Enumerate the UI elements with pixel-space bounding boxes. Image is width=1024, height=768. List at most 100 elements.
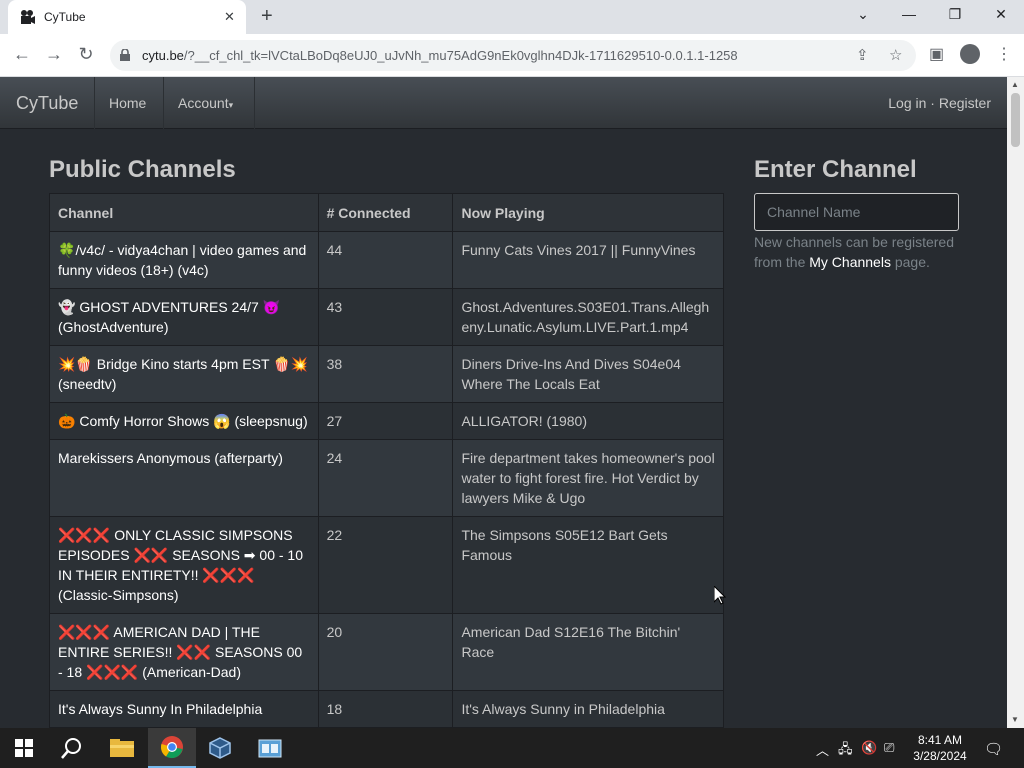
reload-icon[interactable]: ↻ bbox=[75, 44, 97, 65]
virtualbox-button[interactable] bbox=[196, 728, 244, 768]
table-row: 💥🍿 Bridge Kino starts 4pm EST 🍿💥 (sneedt… bbox=[49, 345, 724, 403]
clock-time: 8:41 AM bbox=[917, 733, 963, 747]
channel-cell: It's Always Sunny In Philadelphia bbox=[49, 690, 319, 728]
tab-title: CyTube bbox=[44, 10, 86, 24]
connected-cell: 38 bbox=[317, 345, 454, 403]
search-button[interactable] bbox=[48, 728, 96, 768]
tab-search-icon[interactable]: ⌄ bbox=[853, 6, 873, 23]
taskbar-clock[interactable]: 8:41 AM 3/28/2024 bbox=[905, 732, 975, 764]
channel-cell: 🎃 Comfy Horror Shows 😱 (sleepsnug) bbox=[49, 402, 319, 440]
now-playing-cell: Funny Cats Vines 2017 || FunnyVines bbox=[452, 231, 724, 289]
bookmark-star-icon[interactable]: ☆ bbox=[889, 46, 902, 64]
show-hidden-icons-icon[interactable]: ︿ bbox=[816, 740, 829, 759]
cytube-page: CyTube Home Account▾ Log in · Register P… bbox=[0, 77, 1007, 728]
channel-link[interactable]: ❌❌❌ AMERICAN DAD | THE ENTIRE SERIES!! ❌… bbox=[58, 624, 302, 680]
share-icon[interactable]: ⇪ bbox=[856, 46, 869, 64]
menu-kebab-icon[interactable]: ⋮ bbox=[996, 44, 1012, 64]
scroll-thumb[interactable] bbox=[1011, 93, 1020, 147]
network-icon[interactable]: 🖧 bbox=[838, 740, 853, 762]
channel-link[interactable]: 🍀/v4c/ - vidya4chan | video games and fu… bbox=[58, 242, 306, 278]
table-row: 👻 GHOST ADVENTURES 24/7 😈 (GhostAdventur… bbox=[49, 288, 724, 346]
connected-cell: 27 bbox=[317, 402, 454, 440]
close-tab-icon[interactable]: ✕ bbox=[224, 9, 235, 25]
now-playing-cell: Fire department takes homeowner's pool w… bbox=[452, 439, 724, 517]
profile-avatar-icon[interactable] bbox=[960, 44, 980, 64]
table-row: It's Always Sunny In Philadelphia 18 It'… bbox=[49, 690, 724, 728]
display-icon[interactable]: ⎚ bbox=[884, 740, 894, 756]
column-header-now-playing: Now Playing bbox=[452, 193, 724, 232]
address-toolbar: ← → ↻ cytu.be/?__cf_chl_tk=lVCtaLBoDq8eU… bbox=[0, 34, 1024, 77]
page-scrollbar[interactable]: ▲ ▼ bbox=[1007, 77, 1024, 728]
now-playing-cell: Diners Drive-Ins And Dives S04e04 Where … bbox=[452, 345, 724, 403]
connected-cell: 22 bbox=[317, 516, 454, 614]
restore-icon[interactable]: ❐ bbox=[945, 6, 965, 23]
scroll-down-icon[interactable]: ▼ bbox=[1011, 715, 1019, 724]
table-row: 🍀/v4c/ - vidya4chan | video games and fu… bbox=[49, 231, 724, 289]
browser-tab[interactable]: CyTube ✕ bbox=[8, 0, 246, 34]
volume-muted-icon[interactable]: 🔇 bbox=[861, 740, 877, 756]
channel-link[interactable]: ❌❌❌ ONLY CLASSIC SIMPSONS EPISODES ❌❌ SE… bbox=[58, 527, 303, 603]
table-header-row: Channel # Connected Now Playing bbox=[49, 193, 724, 232]
connected-cell: 43 bbox=[317, 288, 454, 346]
clock-date: 3/28/2024 bbox=[913, 749, 967, 763]
channel-link[interactable]: It's Always Sunny In Philadelphia bbox=[58, 701, 262, 717]
enter-channel-heading: Enter Channel bbox=[754, 156, 917, 183]
channel-name-input[interactable] bbox=[754, 193, 959, 231]
browser-tab-strip: CyTube ✕ + ⌄ — ❐ ✕ bbox=[0, 0, 1024, 34]
channel-cell: Marekissers Anonymous (afterparty) bbox=[49, 439, 319, 517]
control-panel-button[interactable] bbox=[246, 728, 294, 768]
register-help-text: New channels can be registered from the … bbox=[754, 234, 955, 270]
site-navbar: CyTube Home Account▾ Log in · Register bbox=[0, 77, 1007, 129]
channel-link[interactable]: Marekissers Anonymous (afterparty) bbox=[58, 450, 283, 466]
brand-link[interactable]: CyTube bbox=[16, 93, 78, 114]
chrome-button[interactable] bbox=[148, 728, 196, 768]
connected-cell: 20 bbox=[317, 613, 454, 691]
nav-divider bbox=[254, 77, 255, 129]
channel-link[interactable]: 👻 GHOST ADVENTURES 24/7 😈 (GhostAdventur… bbox=[58, 299, 280, 335]
notifications-icon[interactable]: 🗨 bbox=[984, 740, 1003, 758]
public-channels-heading: Public Channels bbox=[49, 156, 236, 183]
connected-cell: 44 bbox=[317, 231, 454, 289]
login-link[interactable]: Log in bbox=[888, 95, 926, 111]
channel-link[interactable]: 🎃 Comfy Horror Shows 😱 (sleepsnug) bbox=[58, 413, 308, 429]
channel-cell: 👻 GHOST ADVENTURES 24/7 😈 (GhostAdventur… bbox=[49, 288, 319, 346]
auth-separator: · bbox=[930, 95, 935, 111]
now-playing-cell: American Dad S12E16 The Bitchin' Race bbox=[452, 613, 724, 691]
minimize-icon[interactable]: — bbox=[899, 6, 919, 22]
now-playing-cell: ALLIGATOR! (1980) bbox=[452, 402, 724, 440]
table-row: ❌❌❌ ONLY CLASSIC SIMPSONS EPISODES ❌❌ SE… bbox=[49, 516, 724, 614]
file-explorer-button[interactable] bbox=[98, 728, 146, 768]
windows-logo-icon bbox=[15, 739, 33, 757]
public-channels-table: Channel # Connected Now Playing 🍀/v4c/ -… bbox=[49, 193, 724, 728]
folder-icon bbox=[110, 739, 134, 757]
connected-cell: 24 bbox=[317, 439, 454, 517]
mouse-pointer-icon bbox=[714, 586, 726, 605]
search-icon bbox=[61, 738, 81, 759]
table-row: Marekissers Anonymous (afterparty) 24 Fi… bbox=[49, 439, 724, 517]
nav-home[interactable]: Home bbox=[109, 95, 146, 111]
nav-divider bbox=[163, 77, 164, 129]
register-link[interactable]: Register bbox=[939, 95, 991, 111]
forward-icon[interactable]: → bbox=[43, 44, 65, 65]
control-panel-icon bbox=[258, 739, 282, 758]
nav-account-dropdown[interactable]: Account▾ bbox=[178, 95, 233, 111]
now-playing-cell: It's Always Sunny in Philadelphia bbox=[452, 690, 724, 728]
channel-cell: 💥🍿 Bridge Kino starts 4pm EST 🍿💥 (sneedt… bbox=[49, 345, 319, 403]
table-row: ❌❌❌ AMERICAN DAD | THE ENTIRE SERIES!! ❌… bbox=[49, 613, 724, 691]
channel-link[interactable]: 💥🍿 Bridge Kino starts 4pm EST 🍿💥 (sneedt… bbox=[58, 356, 308, 392]
nav-divider bbox=[94, 77, 95, 129]
now-playing-cell: Ghost.Adventures.S03E01.Trans.Allegheny.… bbox=[452, 288, 724, 346]
close-window-icon[interactable]: ✕ bbox=[991, 6, 1011, 23]
back-icon[interactable]: ← bbox=[11, 44, 33, 65]
chrome-icon bbox=[160, 736, 183, 759]
start-button[interactable] bbox=[0, 728, 48, 768]
cube-app-icon bbox=[209, 737, 231, 759]
channel-cell: 🍀/v4c/ - vidya4chan | video games and fu… bbox=[49, 231, 319, 289]
scroll-up-icon[interactable]: ▲ bbox=[1011, 80, 1019, 89]
cytube-favicon-icon bbox=[21, 10, 35, 24]
omnibox[interactable]: cytu.be/?__cf_chl_tk=lVCtaLBoDq8eUJ0_uJv… bbox=[110, 40, 916, 71]
channel-cell: ❌❌❌ ONLY CLASSIC SIMPSONS EPISODES ❌❌ SE… bbox=[49, 516, 319, 614]
side-panel-icon[interactable]: ▣ bbox=[929, 44, 944, 64]
my-channels-link[interactable]: My Channels bbox=[809, 254, 891, 270]
new-tab-icon[interactable]: + bbox=[261, 5, 273, 28]
